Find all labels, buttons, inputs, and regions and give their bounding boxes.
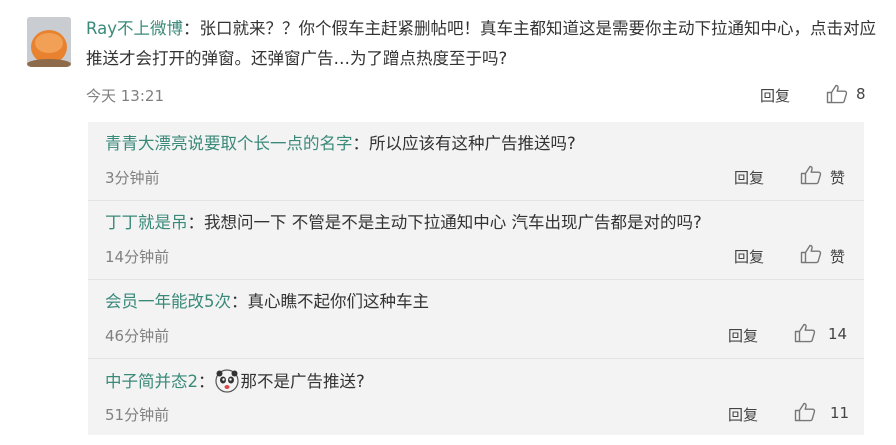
reply-item: 中子简并态2： 那不是广告推送? 51分钟前 回复 11 [88,359,864,438]
like-label[interactable]: 赞 [830,246,845,267]
reply-item: 青青大漂亮说要取个长一点的名字：所以应该有这种广告推送吗? 3分钟前 回复 赞 [88,122,864,201]
reply-body: 真心瞧不起你们这种车主 [247,292,430,311]
thumbs-up-icon[interactable] [800,244,822,264]
reply-button[interactable]: 回复 [734,246,764,267]
like-count: 8 [856,85,866,103]
like-count: 14 [828,325,848,343]
main-comment-colon: ： [182,19,200,38]
main-comment-text: Ray不上微博：张口就来？？你个假车主赶紧删帖吧！真车主都知道这是需要你主动下拉… [86,14,876,74]
thumbs-up-icon[interactable] [794,323,816,343]
main-comment-body: 张口就来？？你个假车主赶紧删帖吧！真车主都知道这是需要你主动下拉通知中心，点击对… [86,19,876,68]
reply-text: 青青大漂亮说要取个长一点的名字：所以应该有这种广告推送吗? [105,132,576,156]
panda-emoji-icon [214,369,239,393]
reply-button[interactable]: 回复 [728,404,758,425]
reply-body: 我想问一下 不管是不是主动下拉通知中心 汽车出现广告都是对的吗? [204,213,702,232]
thumbs-up-icon[interactable] [794,402,816,422]
reply-username[interactable]: 丁丁就是吊 [105,213,188,232]
reply-time: 14分钟前 [105,248,170,266]
reply-button[interactable]: 回复 [728,325,758,346]
reply-body: 所以应该有这种广告推送吗? [369,134,576,153]
reply-text: 会员一年能改5次：真心瞧不起你们这种车主 [105,290,429,314]
main-comment-meta: 今天 13:21 回复 8 [86,82,876,110]
like-count: 11 [830,404,850,422]
main-comment-time: 今天 13:21 [86,87,164,105]
reply-username[interactable]: 青青大漂亮说要取个长一点的名字 [105,134,353,153]
like-label[interactable]: 赞 [830,167,845,188]
reply-text: 中子简并态2： 那不是广告推送? [105,369,365,394]
main-comment-username[interactable]: Ray不上微博 [86,19,183,38]
thumbs-up-icon[interactable] [826,84,848,104]
replies-panel: 青青大漂亮说要取个长一点的名字：所以应该有这种广告推送吗? 3分钟前 回复 赞 … [88,122,864,435]
reply-button[interactable]: 回复 [760,85,790,106]
reply-colon: ： [352,134,370,153]
reply-time: 46分钟前 [105,327,170,345]
reply-username[interactable]: 会员一年能改5次 [105,292,231,311]
avatar[interactable] [27,17,71,67]
reply-text: 丁丁就是吊：我想问一下 不管是不是主动下拉通知中心 汽车出现广告都是对的吗? [105,211,702,235]
reply-colon: ： [231,292,248,311]
reply-body: 那不是广告推送? [240,372,365,391]
reply-button[interactable]: 回复 [734,167,764,188]
reply-time: 51分钟前 [105,406,170,424]
reply-item: 丁丁就是吊：我想问一下 不管是不是主动下拉通知中心 汽车出现广告都是对的吗? 1… [88,201,864,280]
reply-colon: ： [198,372,215,391]
reply-username[interactable]: 中子简并态2 [105,372,198,391]
reply-item: 会员一年能改5次：真心瞧不起你们这种车主 46分钟前 回复 14 [88,280,864,359]
thumbs-up-icon[interactable] [800,165,822,185]
reply-colon: ： [187,213,205,232]
reply-time: 3分钟前 [105,169,160,187]
